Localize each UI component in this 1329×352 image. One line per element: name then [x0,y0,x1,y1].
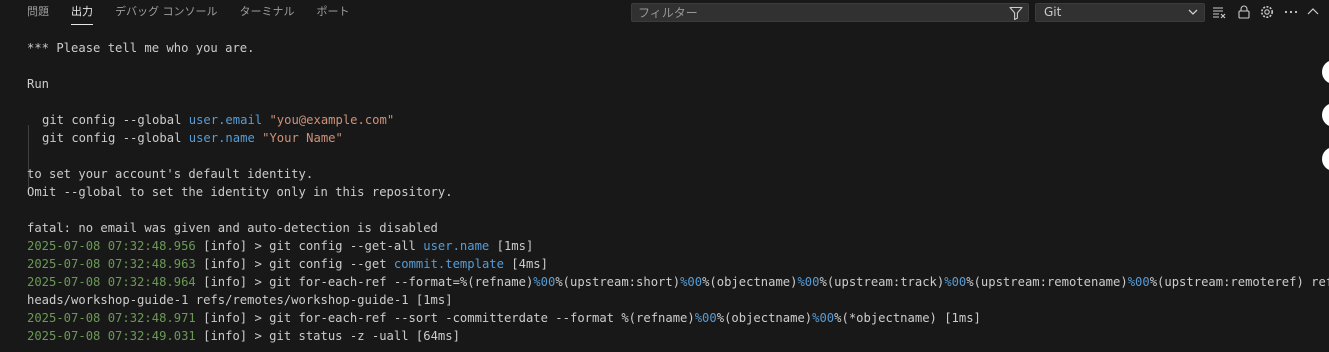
overlay-circle [1322,103,1329,127]
gear-icon[interactable] [1259,4,1275,20]
log-line: 2025-07-08 07:32:48.963 [info] > git con… [27,257,548,271]
output-channel-value: Git [1044,5,1062,19]
log-line: git config --global user.email "you@exam… [42,113,395,127]
log-line: git config --global user.name "Your Name… [42,131,343,145]
filter-icon[interactable] [1008,5,1024,21]
timestamp: 2025-07-08 07:32:48.963 [27,257,196,271]
tab-debug-console[interactable]: デバッグ コンソール [104,0,229,26]
chevron-down-icon [1188,9,1198,15]
overlay-circle [1322,147,1329,171]
collapse-icon[interactable] [1305,4,1321,20]
tab-output[interactable]: 出力 [60,0,104,26]
log-line: *** Please tell me who you are. [27,41,255,55]
clear-output-icon[interactable] [1211,4,1227,20]
log-line: Omit --global to set the identity only i… [27,185,453,199]
timestamp: 2025-07-08 07:32:48.964 [27,275,196,289]
lock-icon[interactable] [1236,4,1252,20]
log-line: to set your account's default identity. [27,167,314,181]
log-line: fatal: no email was given and auto-detec… [27,221,438,235]
overlay-circle [1322,60,1329,84]
log-line: heads/workshop-guide-1 refs/remotes/work… [27,293,453,307]
log-line: Run [27,77,50,91]
output-channel-select[interactable]: Git [1035,3,1205,22]
tab-terminal[interactable]: ターミナル [229,0,306,26]
timestamp: 2025-07-08 07:32:48.971 [27,311,196,325]
timestamp: 2025-07-08 07:32:49.031 [27,329,196,343]
log-line: 2025-07-08 07:32:48.971 [info] > git for… [27,311,981,325]
output-log: *** Please tell me who you are. Run git … [0,30,1329,352]
filter-box [631,3,1029,22]
tab-problems[interactable]: 問題 [0,0,60,26]
timestamp: 2025-07-08 07:32:48.956 [27,239,196,253]
filter-input[interactable] [638,4,998,21]
more-icon[interactable] [1283,4,1299,20]
tab-ports[interactable]: ポート [306,0,361,26]
log-line: 2025-07-08 07:32:49.031 [info] > git sta… [27,329,460,343]
log-line: 2025-07-08 07:32:48.964 [info] > git for… [27,275,1329,289]
log-line: 2025-07-08 07:32:48.956 [info] > git con… [27,239,534,253]
